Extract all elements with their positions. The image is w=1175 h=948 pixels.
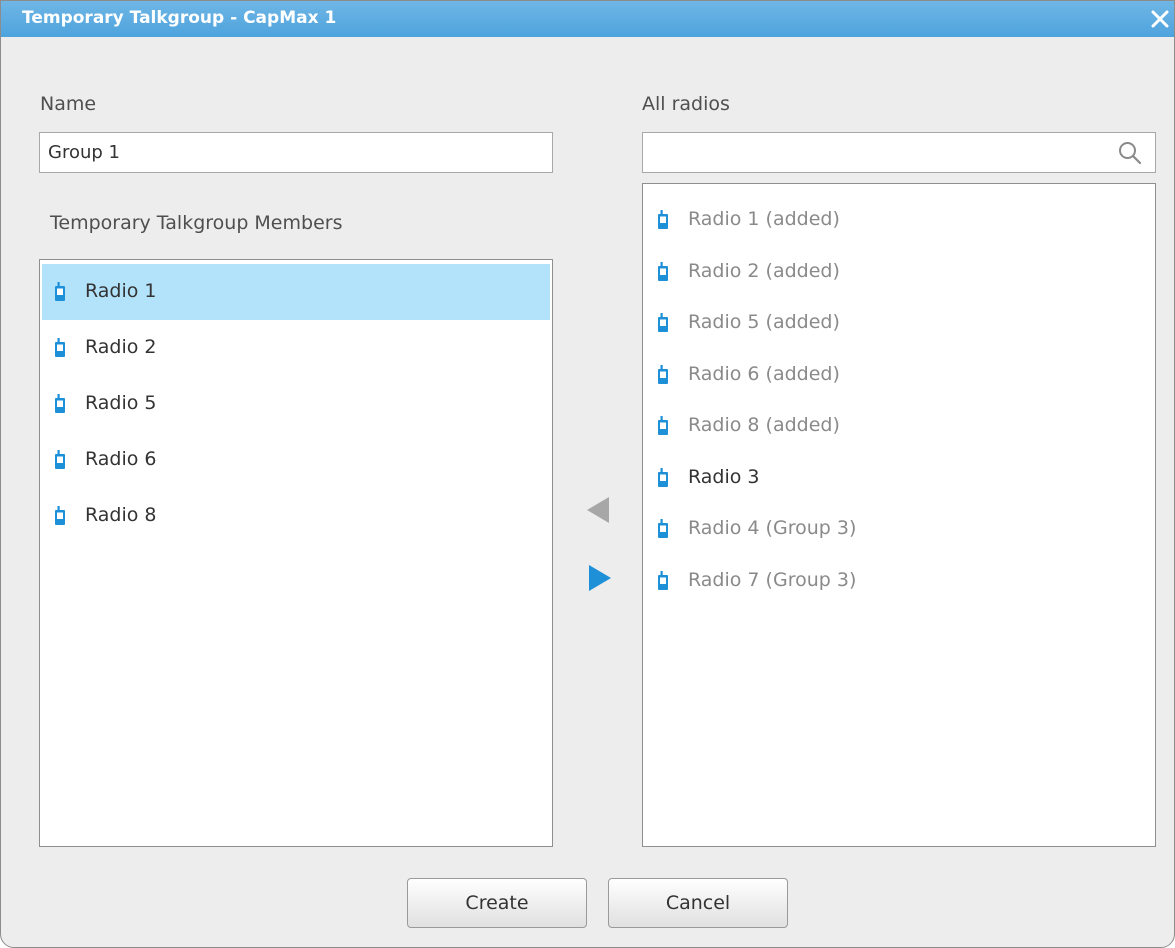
member-list-item[interactable]: Radio 6 bbox=[42, 432, 550, 488]
radio-item-label: Radio 2 (added) bbox=[688, 259, 840, 282]
radio-item-label: Radio 8 (added) bbox=[688, 414, 840, 436]
name-field[interactable] bbox=[39, 132, 553, 173]
member-list-item[interactable]: Radio 8 bbox=[42, 488, 550, 544]
add-member-arrow-icon[interactable] bbox=[587, 563, 613, 593]
radio-item-label: Radio 4 (Group 3) bbox=[688, 517, 857, 539]
search-input[interactable] bbox=[642, 132, 1156, 173]
search-icon[interactable] bbox=[1117, 140, 1143, 166]
temporary-talkgroup-dialog: Temporary Talkgroup - CapMax 1 Name Temp… bbox=[0, 0, 1175, 948]
cancel-button[interactable]: Cancel bbox=[608, 878, 788, 928]
radio-list-item[interactable]: Radio 1 (added) bbox=[645, 190, 1153, 246]
radio-list-item[interactable]: Radio 4 (Group 3) bbox=[645, 499, 1153, 555]
create-button[interactable]: Create bbox=[407, 878, 587, 928]
window-title: Temporary Talkgroup - CapMax 1 bbox=[22, 8, 337, 28]
handheld-radio-icon bbox=[657, 416, 669, 436]
handheld-radio-icon bbox=[54, 338, 66, 358]
handheld-radio-icon bbox=[657, 261, 669, 282]
members-list[interactable]: Radio 1 Radio 2 Radio 5 Radio 6 Radio 8 bbox=[39, 259, 553, 847]
radio-list-item[interactable]: Radio 2 (added) bbox=[645, 242, 1153, 298]
radio-list-item[interactable]: Radio 7 (Group 3) bbox=[645, 551, 1153, 607]
close-icon[interactable] bbox=[1147, 6, 1173, 32]
radio-item-label: Radio 5 (added) bbox=[688, 311, 840, 333]
member-list-item[interactable]: Radio 2 bbox=[42, 320, 550, 376]
handheld-radio-icon bbox=[54, 282, 66, 302]
radio-list-item[interactable]: Radio 8 (added) bbox=[645, 396, 1153, 452]
handheld-radio-icon bbox=[657, 364, 669, 385]
member-list-item[interactable]: Radio 5 bbox=[42, 376, 550, 432]
member-item-label: Radio 5 bbox=[85, 392, 157, 414]
radio-list-item[interactable]: Radio 5 (added) bbox=[645, 293, 1153, 349]
member-list-item[interactable]: Radio 1 bbox=[42, 264, 550, 320]
member-item-label: Radio 2 bbox=[85, 336, 157, 358]
handheld-radio-icon bbox=[657, 519, 669, 539]
name-label: Name bbox=[40, 93, 97, 115]
member-item-label: Radio 1 bbox=[85, 280, 157, 302]
members-label: Temporary Talkgroup Members bbox=[50, 212, 343, 234]
radio-list-item[interactable]: Radio 3 bbox=[645, 448, 1153, 504]
radio-item-label: Radio 1 (added) bbox=[688, 208, 840, 230]
radio-item-label: Radio 6 (added) bbox=[688, 362, 840, 385]
handheld-radio-icon bbox=[54, 506, 66, 526]
all-radios-label: All radios bbox=[642, 93, 730, 115]
all-radios-list[interactable]: Radio 1 (added) Radio 2 (added) Radio 5 (a… bbox=[642, 183, 1156, 847]
handheld-radio-icon bbox=[54, 450, 66, 470]
radio-item-label: Radio 7 (Group 3) bbox=[688, 568, 857, 591]
radio-list-item[interactable]: Radio 6 (added) bbox=[645, 345, 1153, 401]
handheld-radio-icon bbox=[657, 570, 669, 591]
handheld-radio-icon bbox=[657, 313, 669, 333]
radio-item-label: Radio 3 bbox=[688, 465, 760, 488]
member-item-label: Radio 6 bbox=[85, 448, 157, 470]
remove-member-arrow-icon[interactable] bbox=[585, 495, 611, 525]
member-item-label: Radio 8 bbox=[85, 504, 157, 526]
handheld-radio-icon bbox=[657, 467, 669, 488]
handheld-radio-icon bbox=[657, 210, 669, 230]
handheld-radio-icon bbox=[54, 394, 66, 414]
title-bar: Temporary Talkgroup - CapMax 1 bbox=[1, 1, 1174, 37]
